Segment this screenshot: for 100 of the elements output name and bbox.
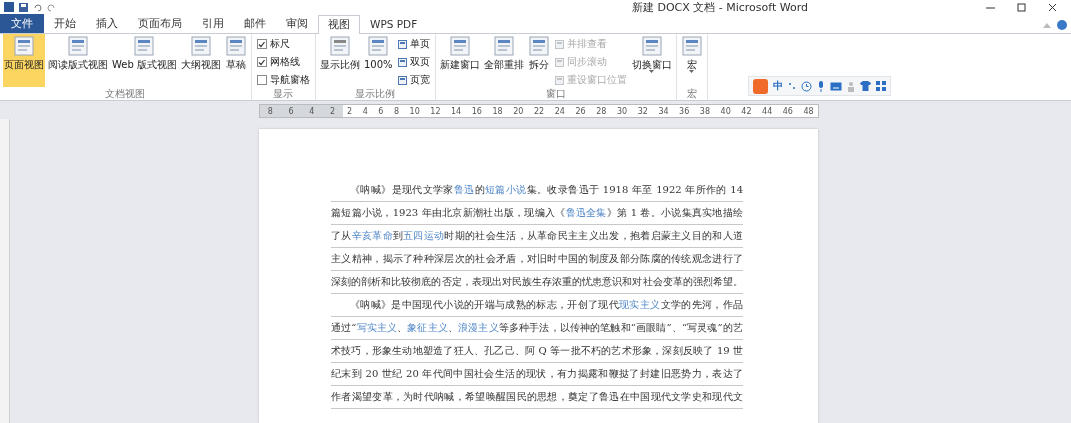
help-icon[interactable] — [1057, 20, 1067, 30]
keyboard-icon[interactable] — [830, 81, 842, 91]
hyperlink[interactable]: 现实主义 — [619, 299, 661, 310]
hyperlink[interactable]: 短篇小说 — [485, 184, 527, 195]
ruler-number: 24 — [554, 106, 565, 116]
ribbon-tab[interactable]: 页面布局 — [128, 14, 192, 33]
ribbon-button[interactable]: 新建窗口 — [438, 34, 481, 87]
close-icon[interactable] — [1048, 2, 1057, 12]
toolbar-icon — [13, 36, 35, 56]
paragraph-line: 《呐喊》是中国现代小说的开端与成熟的标志，开创了现代现实主义文学的先河，作品 — [350, 298, 743, 312]
hyperlink[interactable]: 五四运动 — [403, 230, 445, 241]
ribbon-button[interactable]: 阅读版式视图 — [47, 34, 109, 87]
hyperlink[interactable]: 浪漫主义 — [458, 322, 499, 333]
ruler-number: 38 — [699, 106, 711, 116]
toolbar-icon — [190, 36, 212, 56]
punctuation-icon[interactable] — [788, 81, 796, 91]
page-icon — [397, 57, 407, 67]
toolbar-icon — [225, 36, 247, 56]
ruler-number: 8 — [267, 106, 273, 116]
group-label: 窗口 — [544, 88, 567, 100]
group-label: 显示比例 — [354, 88, 397, 100]
checkbox[interactable]: 标尺 — [255, 36, 312, 52]
paragraph-line: 篇短篇小说，1923 年由北京新潮社出版，现编入《鲁迅全集》第 1 卷。小说集真实地描绘 — [331, 206, 743, 220]
ruler-number: 28 — [596, 106, 607, 116]
ribbon-tab[interactable]: 引用 — [192, 14, 234, 33]
checkbox-box[interactable] — [257, 75, 267, 85]
ruler-number: 26 — [575, 106, 586, 116]
page-icon — [397, 75, 407, 85]
hyperlink[interactable]: 鲁迅全集 — [565, 207, 607, 218]
toolbar-icon — [367, 36, 390, 56]
ruler-number: 40 — [720, 106, 731, 116]
toolbar-icon — [527, 36, 550, 56]
paragraph-line: 通过“写实主义、象征主义、浪漫主义等多种手法，以传神的笔触和“画眼睛”、“写灵魂”的艺 — [331, 321, 743, 335]
ruler-number: 12 — [430, 106, 441, 116]
hyperlink[interactable]: 鲁迅 — [453, 184, 475, 195]
ribbon-tab[interactable]: 视图 — [318, 15, 360, 34]
ribbon-button[interactable]: 页面视图 — [3, 34, 45, 87]
toolbar-icon — [329, 36, 351, 56]
ruler-number: 46 — [782, 106, 793, 116]
ribbon-button[interactable]: 拆分 — [526, 34, 551, 87]
group-label: 宏 — [685, 88, 698, 100]
ribbon-tab[interactable]: 插入 — [86, 14, 128, 33]
ruler-number: 44 — [762, 106, 773, 116]
grid-icon[interactable] — [876, 81, 886, 91]
ribbon-button[interactable]: Web 版式视图 — [111, 34, 178, 87]
ribbon-tab[interactable]: WPS PDF — [360, 14, 428, 33]
ruler-number: 34 — [658, 106, 669, 116]
paragraph-line: 《呐喊》是现代文学家鲁迅的短篇小说集。收录鲁迅于 1918 年至 1922 年所作的 14 — [350, 183, 743, 197]
ruler-number: 48 — [803, 106, 814, 116]
ribbon-small-button[interactable]: 页宽 — [395, 72, 432, 88]
ribbon-button[interactable]: 宏 — [679, 34, 704, 87]
page-icon — [554, 39, 564, 49]
clock-icon[interactable] — [801, 80, 812, 92]
undo-icon[interactable] — [33, 2, 42, 12]
ribbon-button[interactable]: 显示比例 — [319, 34, 361, 87]
ruler-number: 42 — [741, 106, 752, 116]
microphone-icon[interactable] — [817, 80, 825, 92]
ribbon-button[interactable]: 100% — [363, 34, 394, 87]
hyperlink[interactable]: 象征主义 — [407, 322, 448, 333]
ruler-number: 6 — [378, 106, 384, 116]
ribbon-button[interactable]: 大纲视图 — [180, 34, 222, 87]
ruler-number: 4 — [362, 106, 368, 116]
toolbar-icon — [680, 36, 703, 56]
paragraph-line: 作者渴望变革，为时代呐喊，希望唤醒国民的思想，奠定了鲁迅在中国现代文学史和现代文 — [331, 390, 743, 404]
ruler-number: 18 — [492, 106, 503, 116]
toolbar-icon — [133, 36, 156, 56]
checkbox-box[interactable] — [257, 39, 267, 49]
checkbox[interactable]: 导航窗格 — [255, 72, 312, 88]
redo-icon[interactable] — [47, 2, 56, 12]
ribbon-button[interactable]: 切换窗口 — [630, 34, 673, 87]
ribbon-tab[interactable]: 审阅 — [276, 14, 318, 33]
ribbon-tab[interactable]: 开始 — [44, 14, 86, 33]
save-icon[interactable] — [19, 2, 28, 12]
ribbon-small-button[interactable]: 双页 — [395, 54, 432, 70]
ribbon-tab[interactable]: 邮件 — [234, 14, 276, 33]
ime-logo — [753, 78, 768, 94]
page-icon — [554, 75, 564, 85]
paragraph-line: 了从辛亥革命到五四运动时期的社会生活，从革命民主主义出发，抱着启蒙主义目的和人道 — [331, 229, 743, 243]
ime-mode-toggle[interactable]: 中 — [773, 79, 783, 93]
ruler-number: 4 — [309, 106, 315, 116]
ribbon-small-button[interactable]: 单页 — [395, 36, 432, 52]
ruler-number: 16 — [471, 106, 482, 116]
paragraph-line: 术技巧，形象生动地塑造了狂人、孔乙己、阿 Q 等一批不朽的艺术形象，深刻反映了 19 世 — [331, 344, 743, 358]
toolbar-icon — [640, 36, 663, 56]
checkbox-box[interactable] — [257, 57, 267, 67]
caret-icon — [689, 70, 695, 73]
hyperlink[interactable]: 辛亥革命 — [351, 230, 393, 241]
page-icon — [397, 39, 407, 49]
page-icon — [554, 57, 564, 67]
shirt-icon[interactable] — [860, 81, 871, 91]
checkbox[interactable]: 网格线 — [255, 54, 312, 70]
maximize-icon[interactable] — [1017, 2, 1026, 12]
ribbon-button[interactable]: 全部重排 — [482, 34, 525, 87]
toolbar-icon — [448, 36, 471, 56]
file-menu-tab[interactable]: 文件 — [0, 14, 44, 33]
ruler-number: 30 — [616, 106, 628, 116]
ruler-number: 20 — [513, 106, 524, 116]
ruler-number: 22 — [533, 106, 545, 116]
ribbon-button[interactable]: 草稿 — [224, 34, 248, 87]
toolbar-icon — [492, 36, 515, 56]
